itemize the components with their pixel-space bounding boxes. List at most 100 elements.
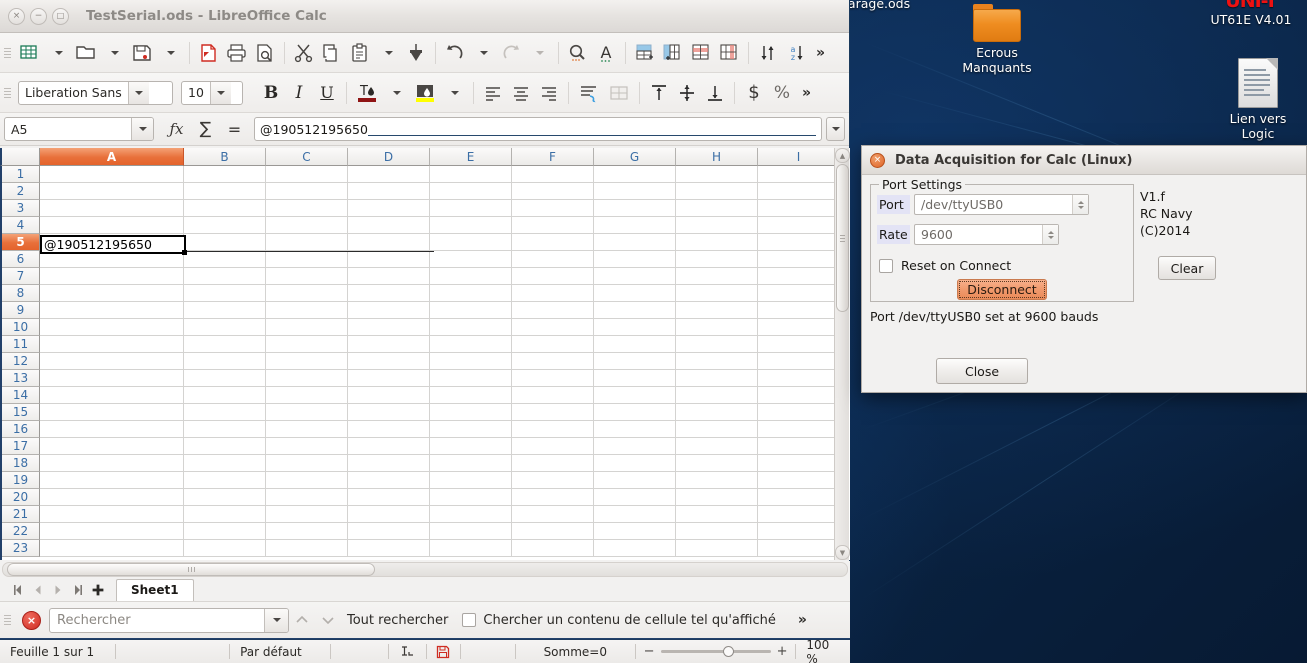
spreadsheet-grid[interactable]: A B C D E F G H I 1 2 3 4 5 6 7 8 9 10 11 12 13 14 15 1… — [0, 148, 850, 560]
cell-C1[interactable] — [266, 540, 348, 557]
align-top-button[interactable] — [645, 78, 673, 108]
align-middle-button[interactable] — [673, 78, 701, 108]
cell-B8[interactable] — [184, 421, 266, 438]
cell-E8[interactable] — [430, 421, 512, 438]
cell-D3[interactable] — [348, 506, 430, 523]
cell-D20[interactable] — [348, 217, 430, 234]
cell-D2[interactable] — [348, 523, 430, 540]
next-sheet-button[interactable] — [48, 580, 68, 600]
cell-F13[interactable] — [512, 336, 594, 353]
cell-B16[interactable] — [184, 285, 266, 302]
merge-cells-button[interactable] — [604, 78, 634, 108]
desktop-icon-ut61e[interactable]: UNI-T UT61E V4.01 — [1196, 0, 1306, 27]
cell-I10[interactable] — [758, 387, 840, 404]
formula-input-line[interactable]: @190512195650 — [254, 117, 822, 141]
cell-H13[interactable] — [676, 336, 758, 353]
table-row[interactable] — [40, 302, 850, 319]
cell-A20[interactable] — [40, 217, 184, 234]
format-percent-button[interactable]: % — [768, 78, 796, 108]
table-row[interactable] — [40, 268, 850, 285]
font-name-dropdown[interactable] — [127, 81, 149, 104]
cell-H22[interactable] — [676, 183, 758, 200]
cell-H10[interactable] — [676, 387, 758, 404]
cell-H17[interactable] — [676, 268, 758, 285]
cell-G6[interactable] — [594, 455, 676, 472]
cell-H2[interactable] — [676, 523, 758, 540]
cell-C23[interactable] — [266, 166, 348, 183]
clear-button[interactable]: Clear — [1158, 256, 1216, 280]
cell-D7[interactable] — [348, 438, 430, 455]
cell-H9[interactable] — [676, 404, 758, 421]
row-header-19[interactable]: 19 — [2, 472, 40, 489]
cell-B23[interactable] — [184, 166, 266, 183]
cell-D14[interactable] — [348, 319, 430, 336]
disconnect-button[interactable]: Disconnect — [957, 279, 1047, 300]
cell-A10[interactable] — [40, 387, 184, 404]
cell-A7[interactable] — [40, 438, 184, 455]
cell-G21[interactable] — [594, 200, 676, 217]
cell-H1[interactable] — [676, 540, 758, 557]
cell-F1[interactable] — [512, 540, 594, 557]
delete-row-button[interactable] — [687, 38, 715, 68]
cell-H4[interactable] — [676, 489, 758, 506]
cell-E18[interactable] — [430, 251, 512, 268]
cell-H16[interactable] — [676, 285, 758, 302]
port-spinbox[interactable]: /dev/ttyUSB0 — [914, 194, 1089, 215]
cell-C19[interactable] — [266, 234, 348, 251]
table-row[interactable] — [40, 166, 850, 183]
cell-D15[interactable] — [348, 302, 430, 319]
bold-button[interactable]: B — [257, 78, 285, 108]
sort-ascending-button[interactable]: a z — [782, 38, 810, 68]
reset-on-connect-row[interactable]: Reset on Connect — [879, 258, 1133, 273]
font-name-combobox[interactable]: Liberation Sans — [18, 80, 173, 105]
print-preview-button[interactable] — [251, 38, 279, 68]
row-header-15[interactable]: 15 — [2, 404, 40, 421]
cell-B21[interactable] — [184, 200, 266, 217]
match-cell-checkbox[interactable] — [462, 613, 477, 627]
cell-B1[interactable] — [184, 540, 266, 557]
row-header-9[interactable]: 9 — [2, 302, 40, 319]
cell-B19[interactable] — [184, 234, 266, 251]
cell-A22[interactable] — [40, 183, 184, 200]
cell-A14[interactable] — [40, 319, 184, 336]
cell-A6[interactable] — [40, 455, 184, 472]
window-titlebar[interactable]: × − □ TestSerial.ods - LibreOffice Calc — [0, 0, 849, 33]
delete-column-button[interactable] — [715, 38, 743, 68]
toolbar-grip[interactable] — [4, 42, 13, 64]
cell-G1[interactable] — [594, 540, 676, 557]
zoom-track[interactable] — [660, 646, 771, 657]
row-header-3[interactable]: 3 — [2, 200, 40, 217]
cell-C16[interactable] — [266, 285, 348, 302]
row-header-22[interactable]: 22 — [2, 523, 40, 540]
cell-D17[interactable] — [348, 268, 430, 285]
row-header-11[interactable]: 11 — [2, 336, 40, 353]
cell-G13[interactable] — [594, 336, 676, 353]
cell-F5[interactable] — [512, 472, 594, 489]
find-input[interactable]: Rechercher — [49, 607, 289, 633]
standard-toolbar-overflow[interactable]: » — [810, 45, 831, 61]
window-maximize-button[interactable]: □ — [52, 7, 69, 25]
horizontal-scroll-thumb[interactable] — [7, 563, 375, 576]
cell-C20[interactable] — [266, 217, 348, 234]
highlight-color-dropdown[interactable] — [440, 78, 468, 108]
cell-B22[interactable] — [184, 183, 266, 200]
new-doc-button[interactable] — [16, 38, 44, 68]
row-header-16[interactable]: 16 — [2, 421, 40, 438]
cell-I23[interactable] — [758, 166, 840, 183]
cell-C3[interactable] — [266, 506, 348, 523]
open-button[interactable] — [72, 38, 100, 68]
cell-D21[interactable] — [348, 200, 430, 217]
cell-A4[interactable] — [40, 489, 184, 506]
cell-F23[interactable] — [512, 166, 594, 183]
cell-F4[interactable] — [512, 489, 594, 506]
align-right-button[interactable] — [535, 78, 563, 108]
table-row[interactable] — [40, 438, 850, 455]
cell-C18[interactable] — [266, 251, 348, 268]
cell-G5[interactable] — [594, 472, 676, 489]
dialog-close-button[interactable]: × — [870, 152, 885, 168]
cell-D10[interactable] — [348, 387, 430, 404]
row-header-2[interactable]: 2 — [2, 183, 40, 200]
paste-dropdown[interactable] — [374, 38, 402, 68]
cell-G22[interactable] — [594, 183, 676, 200]
cell-E3[interactable] — [430, 506, 512, 523]
